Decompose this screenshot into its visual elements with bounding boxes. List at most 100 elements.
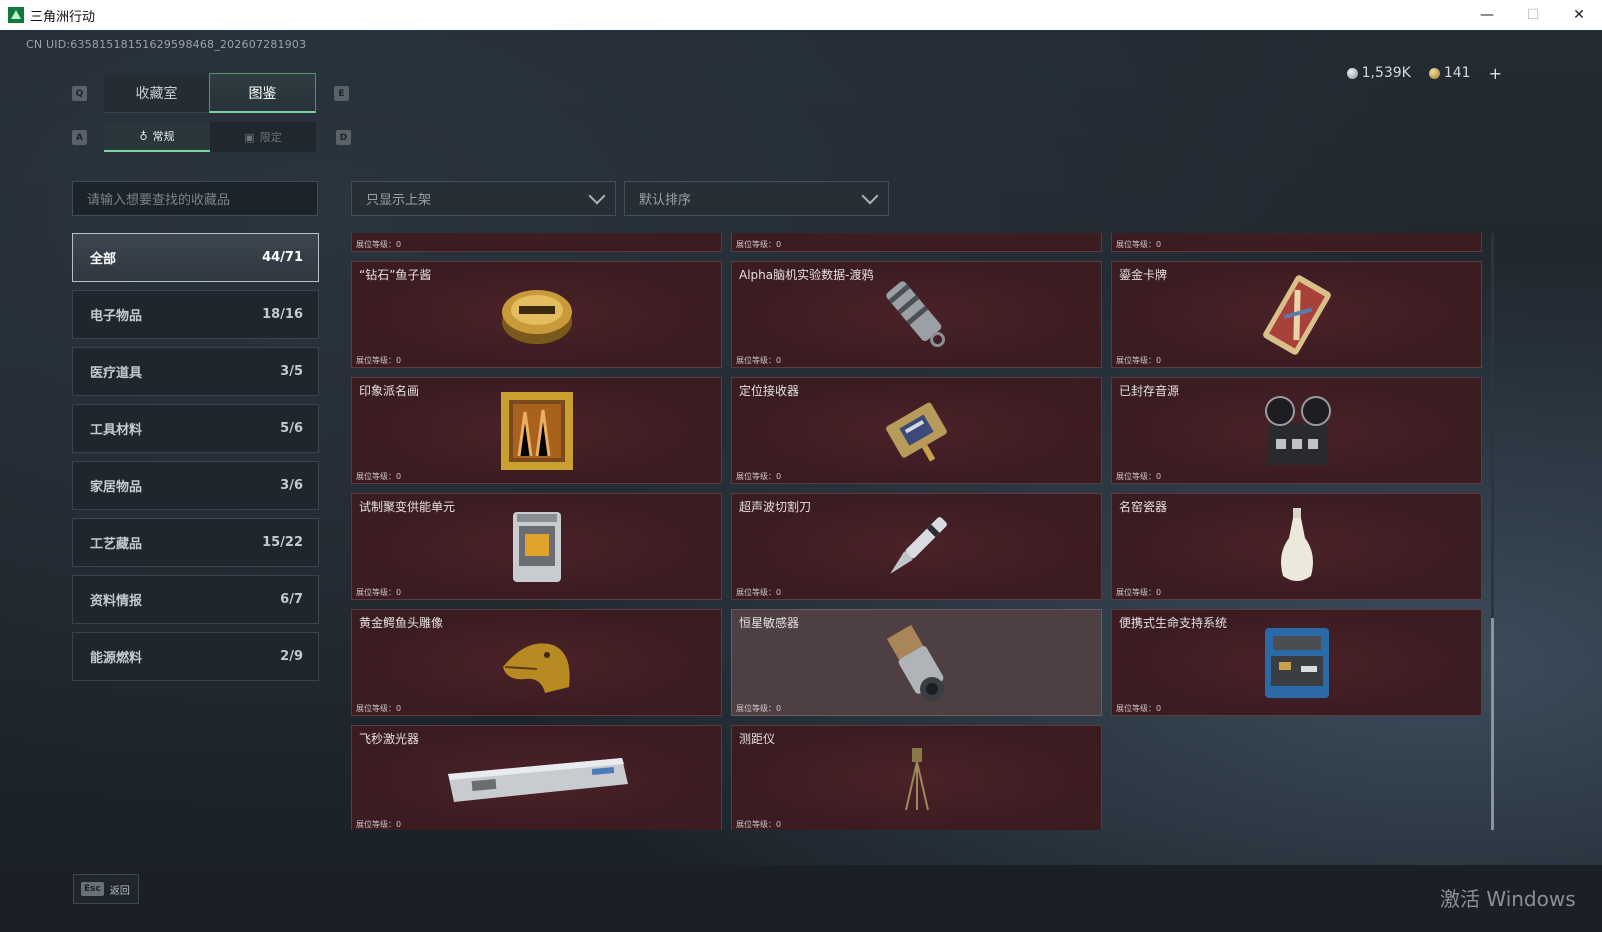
item-card-fusion-cell[interactable]: 试制聚变供能单元 展位等级：0 [351, 493, 722, 600]
tab-collection-room[interactable]: 收藏室 [104, 73, 209, 113]
data-canister-icon [877, 275, 957, 355]
category-electronics[interactable]: 电子物品 18/16 [72, 290, 319, 339]
chevron-down-icon [588, 187, 606, 204]
app-logo-icon [8, 7, 24, 23]
add-currency-button[interactable]: + [1489, 64, 1502, 83]
item-card-rangefinder[interactable]: 测距仪 展位等级：0 [731, 725, 1102, 830]
item-level: 展位等级：0 [1116, 472, 1162, 481]
item-name: 超声波切割刀 [739, 500, 812, 514]
item-level: 展位等级：0 [356, 588, 402, 597]
item-card-sealed-audio[interactable]: 已封存音源 展位等级：0 [1111, 377, 1482, 484]
reel-recorder-icon [1258, 393, 1336, 469]
item-name: 试制聚变供能单元 [359, 500, 456, 514]
item-name: Alpha脑机实验数据-渡鸦 [739, 268, 874, 282]
porcelain-vase-icon [1275, 506, 1319, 588]
item-level: 展位等级：0 [1116, 588, 1162, 597]
category-household[interactable]: 家居物品 3/6 [72, 461, 319, 510]
window-title: 三角洲行动 [30, 9, 96, 25]
silver-coin-icon [1346, 67, 1358, 79]
femtosecond-laser-icon [442, 744, 632, 814]
maximize-button[interactable]: ☐ [1510, 0, 1556, 30]
item-card-porcelain[interactable]: 名窑瓷器 展位等级：0 [1111, 493, 1482, 600]
category-count: 15/22 [262, 535, 303, 550]
item-level: 展位等级：0 [736, 820, 782, 829]
category-all[interactable]: 全部 44/71 [72, 233, 319, 282]
category-medical[interactable]: 医疗道具 3/5 [72, 347, 319, 396]
category-label: 家居物品 [90, 480, 143, 495]
item-name: 恒星敏感器 [739, 616, 800, 630]
gold-amount: 141 [1443, 65, 1471, 81]
item-level: 展位等级：0 [736, 240, 782, 249]
item-name: 黄金鳄鱼头雕像 [359, 616, 444, 630]
category-label: 资料情报 [90, 594, 143, 609]
category-tools[interactable]: 工具材料 5/6 [72, 404, 319, 453]
item-card-caviar[interactable]: “钻石”鱼子酱 展位等级：0 [351, 261, 722, 368]
item-name: “钻石”鱼子酱 [359, 268, 432, 282]
item-card-ultrasonic-knife[interactable]: 超声波切割刀 展位等级：0 [731, 493, 1102, 600]
currency-bar: 1,539K 141 + [1346, 62, 1502, 84]
display-filter-dropdown[interactable]: 只显示上架 [351, 181, 616, 216]
collection-grid: 展位等级：0 展位等级：0 展位等级：0 “钻石”鱼子酱 展位等级：0 Alph… [351, 233, 1484, 830]
game-viewport: CN UID:6358151815162959846​8_20260728190… [0, 30, 1602, 932]
close-button[interactable]: ✕ [1556, 0, 1602, 30]
minimize-button[interactable]: — [1464, 0, 1510, 30]
item-name: 便携式生命支持系统 [1119, 616, 1228, 630]
back-button[interactable]: Esc 返回 [73, 874, 139, 904]
regular-icon: ♁ [139, 129, 148, 143]
search-input[interactable]: 请输入想要查找的收藏品 [72, 181, 318, 216]
sort-dropdown[interactable]: 默认排序 [624, 181, 889, 216]
category-label: 电子物品 [90, 309, 143, 324]
caviar-tin-icon [499, 280, 575, 350]
esc-key-hint: Esc [81, 882, 104, 896]
category-count: 5/6 [280, 421, 303, 436]
item-name: 测距仪 [739, 732, 776, 746]
item-card[interactable]: 展位等级：0 [1111, 233, 1482, 252]
tab-codex[interactable]: 图鉴 [209, 73, 316, 113]
item-name: 定位接收器 [739, 384, 800, 398]
item-card-golden-crocodile[interactable]: 黄金鳄鱼头雕像 展位等级：0 [351, 609, 722, 716]
item-card-life-support[interactable]: 便携式生命支持系统 展位等级：0 [1111, 609, 1482, 716]
category-energy[interactable]: 能源燃料 2/9 [72, 632, 319, 681]
subtab-regular[interactable]: ♁ 常规 [104, 122, 210, 152]
item-level: 展位等级：0 [356, 472, 402, 481]
category-label: 工艺藏品 [90, 537, 143, 552]
category-crafts[interactable]: 工艺藏品 15/22 [72, 518, 319, 567]
key-hint-e: E [334, 86, 349, 101]
silver-currency: 1,539K [1346, 65, 1411, 81]
silver-amount: 1,539K [1361, 65, 1411, 81]
item-card-impressionist-painting[interactable]: 印象派名画 展位等级：0 [351, 377, 722, 484]
item-card[interactable]: 展位等级：0 [351, 233, 722, 252]
category-count: 44/71 [262, 250, 303, 265]
item-level: 展位等级：0 [356, 820, 402, 829]
item-card-alpha-data[interactable]: Alpha脑机实验数据-渡鸦 展位等级：0 [731, 261, 1102, 368]
star-sensor-icon [879, 623, 955, 703]
item-level: 展位等级：0 [356, 240, 402, 249]
item-name: 飞秒激光器 [359, 732, 420, 746]
category-count: 2/9 [280, 649, 303, 664]
item-card[interactable]: 展位等级：0 [731, 233, 1102, 252]
item-name: 印象派名画 [359, 384, 420, 398]
item-level: 展位等级：0 [356, 356, 402, 365]
item-card-gps-receiver[interactable]: 定位接收器 展位等级：0 [731, 377, 1102, 484]
windows-activation-watermark: 激活 Windows [1440, 887, 1576, 911]
key-hint-q: Q [72, 86, 87, 101]
window-titlebar: 三角洲行动 — ☐ ✕ [0, 0, 1602, 30]
golden-crocodile-icon [497, 627, 577, 699]
item-level: 展位等级：0 [736, 472, 782, 481]
item-card-gilded-card[interactable]: 鎏金卡牌 展位等级：0 [1111, 261, 1482, 368]
category-label: 全部 [90, 252, 117, 267]
life-support-icon [1259, 622, 1335, 704]
item-card-star-sensor[interactable]: 恒星敏感器 展位等级：0 [731, 609, 1102, 716]
bottom-bar [0, 865, 1602, 932]
item-card-femtosecond-laser[interactable]: 飞秒激光器 展位等级：0 [351, 725, 722, 830]
back-label: 返回 [109, 885, 130, 897]
sort-value: 默认排序 [639, 193, 692, 208]
scrollbar-thumb[interactable] [1491, 618, 1494, 830]
item-level: 展位等级：0 [1116, 704, 1162, 713]
subtab-regular-label: 常规 [152, 130, 175, 143]
limited-icon: ▣ [244, 130, 255, 144]
category-intel[interactable]: 资料情报 6/7 [72, 575, 319, 624]
subtab-limited[interactable]: ▣ 限定 [210, 122, 316, 152]
framed-painting-icon [499, 390, 575, 472]
grid-scrollbar[interactable] [1491, 233, 1494, 830]
